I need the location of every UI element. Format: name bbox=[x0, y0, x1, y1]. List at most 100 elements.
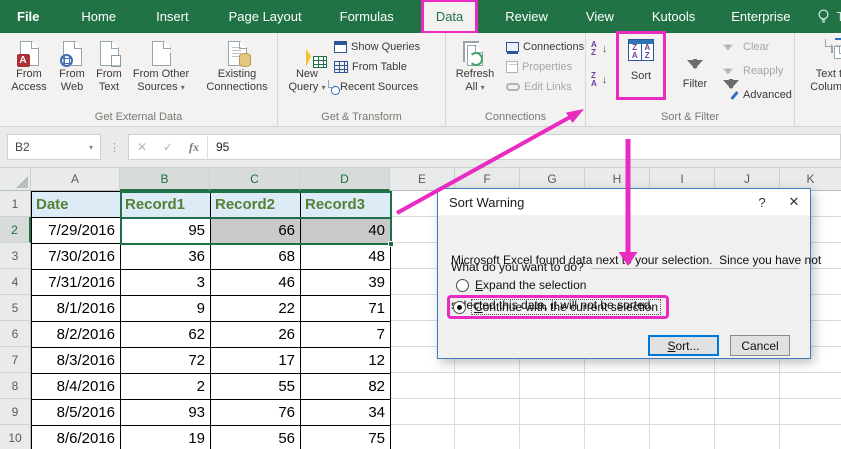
cell-b9[interactable]: 93 bbox=[121, 400, 211, 426]
filter-button[interactable]: Filter bbox=[674, 39, 716, 91]
formula-input[interactable]: 95 bbox=[207, 134, 841, 160]
edit-links-button[interactable]: Edit Links bbox=[506, 78, 584, 96]
cell-b8[interactable]: 2 bbox=[121, 374, 211, 400]
cell-c10[interactable]: 56 bbox=[211, 426, 301, 449]
cell-c5[interactable]: 22 bbox=[211, 296, 301, 322]
properties-button[interactable]: Properties bbox=[506, 58, 584, 76]
connections-button[interactable]: Connections bbox=[506, 38, 584, 56]
cancel-entry-icon[interactable]: ✕ bbox=[129, 140, 155, 154]
cell-b6[interactable]: 62 bbox=[121, 322, 211, 348]
existing-connections-button[interactable]: Existing Connections bbox=[202, 36, 272, 94]
tab-review[interactable]: Review bbox=[492, 1, 561, 32]
tab-kutools[interactable]: Kutools bbox=[639, 1, 708, 32]
cell-a5[interactable]: 8/1/2016 bbox=[32, 296, 121, 322]
column-header-b[interactable]: B bbox=[120, 168, 210, 191]
name-box[interactable]: B2 ▾ bbox=[7, 134, 101, 160]
row-header-10[interactable]: 10 bbox=[0, 425, 31, 449]
sort-button[interactable]: ZA AZ Sort bbox=[619, 34, 663, 97]
cell-b10[interactable]: 19 bbox=[121, 426, 211, 449]
from-access-button[interactable]: A From Access bbox=[6, 36, 52, 94]
tab-view[interactable]: View bbox=[573, 1, 627, 32]
cell-b4[interactable]: 3 bbox=[121, 270, 211, 296]
cell-b1[interactable]: Record1 bbox=[121, 192, 211, 218]
row-header-5[interactable]: 5 bbox=[0, 295, 31, 321]
cell-d6[interactable]: 7 bbox=[301, 322, 391, 348]
cell-b7[interactable]: 72 bbox=[121, 348, 211, 374]
column-header-d[interactable]: D bbox=[300, 168, 390, 191]
fill-handle[interactable] bbox=[388, 241, 394, 247]
from-other-sources-button[interactable]: From Other Sources ▾ bbox=[128, 36, 194, 94]
radio-on-icon[interactable] bbox=[453, 301, 466, 314]
cell-c2[interactable]: 66 bbox=[211, 218, 301, 244]
show-queries-button[interactable]: Show Queries bbox=[334, 38, 420, 56]
cell-d5[interactable]: 71 bbox=[301, 296, 391, 322]
tab-enterprise[interactable]: Enterprise bbox=[718, 1, 803, 32]
cancel-button[interactable]: Cancel bbox=[730, 335, 790, 356]
refresh-all-button[interactable]: Refresh All ▾ bbox=[450, 36, 500, 94]
cell-a9[interactable]: 8/5/2016 bbox=[32, 400, 121, 426]
cell-d1[interactable]: Record3 bbox=[301, 192, 391, 218]
tell-me-box[interactable]: Tell me what you want to bbox=[817, 9, 841, 24]
tab-home[interactable]: Home bbox=[68, 1, 129, 32]
cell-c8[interactable]: 55 bbox=[211, 374, 301, 400]
from-text-button[interactable]: From Text bbox=[91, 36, 127, 94]
from-web-button[interactable]: From Web bbox=[54, 36, 90, 94]
column-header-a[interactable]: A bbox=[31, 168, 120, 191]
text-to-columns-button[interactable]: Text to Columns bbox=[800, 36, 841, 94]
radio-expand-selection[interactable]: Expand the selection bbox=[456, 278, 586, 292]
tab-page-layout[interactable]: Page Layout bbox=[216, 1, 315, 32]
from-table-button[interactable]: From Table bbox=[334, 58, 420, 76]
cell-c7[interactable]: 17 bbox=[211, 348, 301, 374]
row-header-1[interactable]: 1 bbox=[0, 191, 31, 217]
column-header-c[interactable]: C bbox=[210, 168, 300, 191]
advanced-filter-button[interactable]: Advanced bbox=[723, 86, 792, 104]
cell-b5[interactable]: 9 bbox=[121, 296, 211, 322]
cell-d8[interactable]: 82 bbox=[301, 374, 391, 400]
cell-b2-active[interactable]: 95 bbox=[121, 218, 211, 244]
tab-data[interactable]: Data bbox=[423, 1, 476, 32]
confirm-entry-icon[interactable]: ✓ bbox=[155, 140, 181, 154]
sort-ascending-button[interactable]: AZ↓ bbox=[591, 40, 607, 58]
row-header-9[interactable]: 9 bbox=[0, 399, 31, 425]
cell-a7[interactable]: 8/3/2016 bbox=[32, 348, 121, 374]
cell-a1[interactable]: Date bbox=[32, 192, 121, 218]
tab-formulas[interactable]: Formulas bbox=[327, 1, 407, 32]
cell-b3[interactable]: 36 bbox=[121, 244, 211, 270]
cell-c4[interactable]: 46 bbox=[211, 270, 301, 296]
cell-a2[interactable]: 7/29/2016 bbox=[32, 218, 121, 244]
recent-sources-button[interactable]: Recent Sources bbox=[334, 78, 420, 96]
dialog-help-button[interactable]: ? bbox=[746, 189, 778, 215]
cell-a6[interactable]: 8/2/2016 bbox=[32, 322, 121, 348]
cell-d2[interactable]: 40 bbox=[301, 218, 391, 244]
select-all-corner[interactable] bbox=[0, 168, 31, 191]
sort-confirm-button[interactable]: Sort... bbox=[648, 335, 719, 356]
row-header-2[interactable]: 2 bbox=[0, 217, 31, 243]
cell-a8[interactable]: 8/4/2016 bbox=[32, 374, 121, 400]
radio-continue-selection[interactable]: Continue with the current selection bbox=[453, 300, 660, 314]
name-box-caret-icon[interactable]: ▾ bbox=[89, 143, 100, 152]
cell-d3[interactable]: 48 bbox=[301, 244, 391, 270]
insert-function-icon[interactable]: fx bbox=[181, 140, 207, 155]
cell-d7[interactable]: 12 bbox=[301, 348, 391, 374]
row-header-7[interactable]: 7 bbox=[0, 347, 31, 373]
row-header-6[interactable]: 6 bbox=[0, 321, 31, 347]
formula-bar-handle-icon[interactable]: ⋮ bbox=[101, 141, 128, 154]
cell-a10[interactable]: 8/6/2016 bbox=[32, 426, 121, 449]
radio-off-icon[interactable] bbox=[456, 279, 469, 292]
cell-d10[interactable]: 75 bbox=[301, 426, 391, 449]
cell-c9[interactable]: 76 bbox=[211, 400, 301, 426]
tab-insert[interactable]: Insert bbox=[143, 1, 202, 32]
cell-d9[interactable]: 34 bbox=[301, 400, 391, 426]
cell-c3[interactable]: 68 bbox=[211, 244, 301, 270]
clear-filter-button[interactable]: Clear bbox=[723, 38, 792, 56]
reapply-filter-button[interactable]: Reapply bbox=[723, 62, 792, 80]
row-header-3[interactable]: 3 bbox=[0, 243, 31, 269]
sort-descending-button[interactable]: ZA↓ bbox=[591, 71, 607, 89]
row-header-4[interactable]: 4 bbox=[0, 269, 31, 295]
cell-a3[interactable]: 7/30/2016 bbox=[32, 244, 121, 270]
new-query-button[interactable]: New Query ▾ bbox=[284, 36, 330, 94]
tab-file[interactable]: File bbox=[0, 1, 56, 32]
dialog-close-icon[interactable]: ✕ bbox=[778, 189, 810, 215]
row-header-8[interactable]: 8 bbox=[0, 373, 31, 399]
cell-c1[interactable]: Record2 bbox=[211, 192, 301, 218]
